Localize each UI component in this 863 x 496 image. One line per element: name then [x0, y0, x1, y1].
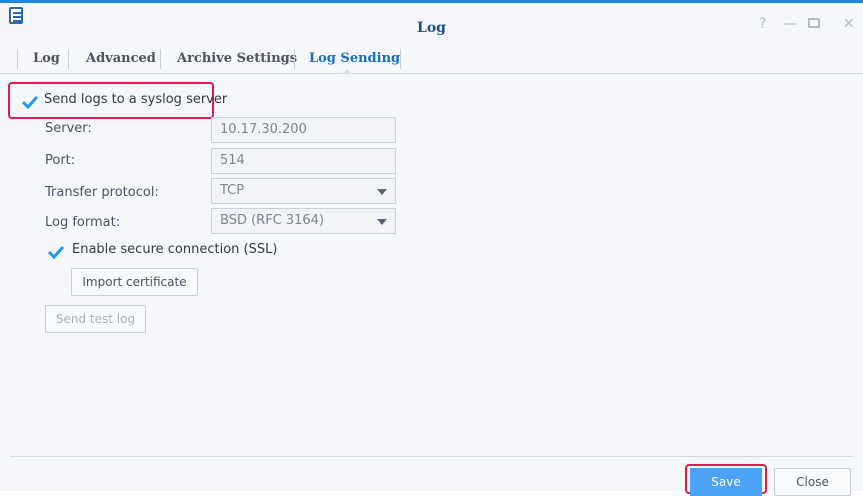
port-input[interactable]: 514: [211, 148, 396, 174]
protocol-label: Transfer protocol:: [45, 185, 159, 200]
close-window-icon[interactable]: ✕: [843, 17, 855, 31]
protocol-select[interactable]: TCP: [211, 178, 396, 204]
log-format-select[interactable]: BSD (RFC 3164): [211, 208, 396, 234]
protocol-value: TCP: [220, 183, 245, 198]
save-button[interactable]: Save: [690, 468, 762, 496]
tab-separator: [160, 49, 161, 69]
close-button[interactable]: Close: [774, 468, 851, 496]
tab-bar: Log Advanced Archive Settings Log Sendin…: [0, 47, 863, 73]
ssl-checkbox[interactable]: [47, 244, 65, 260]
tab-underline: [0, 73, 863, 74]
window-title: Log: [417, 20, 446, 36]
footer-divider: [10, 456, 853, 457]
ssl-label: Enable secure connection (SSL): [72, 242, 278, 257]
import-certificate-button[interactable]: Import certificate: [71, 268, 198, 296]
log-format-label: Log format:: [45, 215, 121, 230]
tab-separator: [294, 49, 295, 69]
send-syslog-label: Send logs to a syslog server: [44, 92, 228, 107]
title-bar: Log ? — ✕: [0, 3, 863, 41]
log-format-value: BSD (RFC 3164): [220, 213, 325, 228]
tab-advanced[interactable]: Advanced: [86, 47, 156, 73]
port-label: Port:: [45, 153, 76, 168]
tab-log[interactable]: Log: [33, 47, 60, 73]
minimize-icon[interactable]: —: [783, 17, 797, 31]
log-window: Log ? — ✕ Log Advanced Archive Settings …: [0, 0, 863, 496]
active-tab-caret: [342, 69, 352, 74]
send-syslog-checkbox[interactable]: [21, 94, 39, 110]
server-label: Server:: [45, 121, 92, 136]
maximize-icon[interactable]: [808, 17, 820, 29]
tab-log-sending[interactable]: Log Sending: [309, 47, 400, 73]
chevron-down-icon: [377, 219, 387, 225]
tab-separator: [17, 49, 18, 69]
tab-separator: [68, 49, 69, 69]
tab-archive-settings[interactable]: Archive Settings: [177, 47, 297, 73]
send-test-log-button[interactable]: Send test log: [45, 305, 146, 333]
server-input[interactable]: 10.17.30.200: [211, 117, 396, 143]
chevron-down-icon: [377, 189, 387, 195]
help-icon[interactable]: ?: [759, 17, 766, 31]
tab-separator: [400, 49, 401, 69]
